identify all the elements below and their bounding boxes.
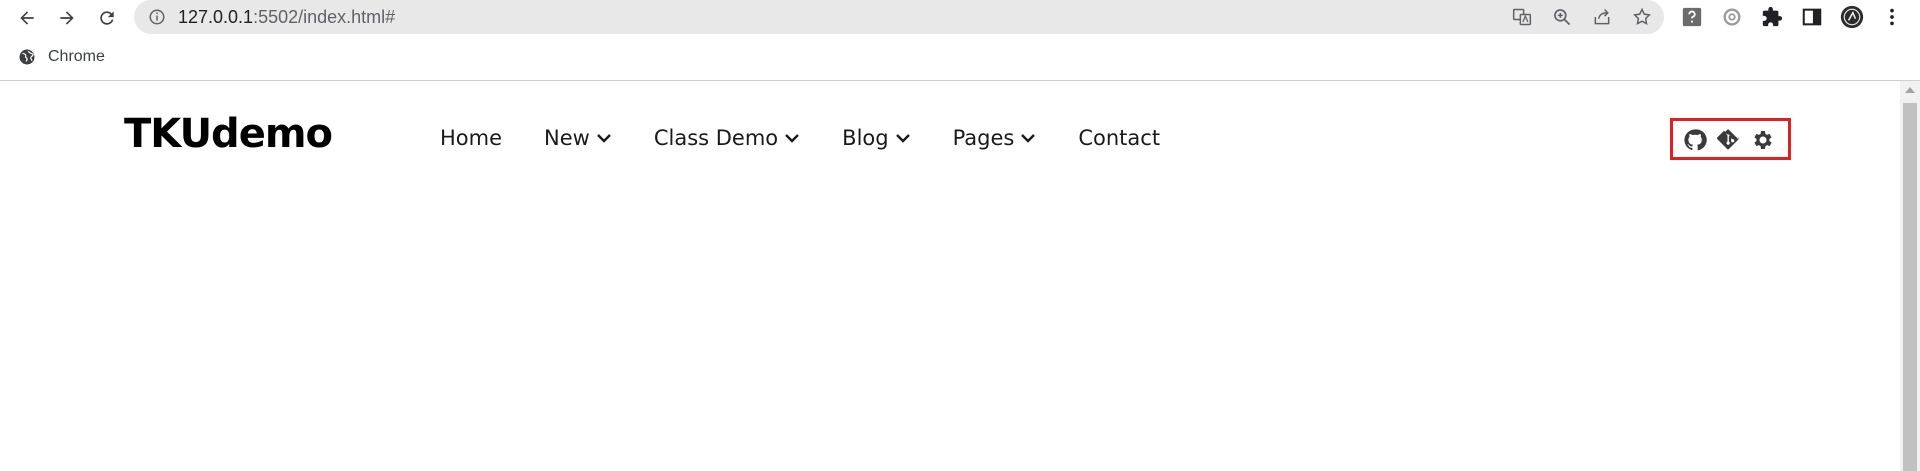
bookmark-chrome[interactable]: Chrome: [18, 48, 105, 66]
bookmarks-bar: Chrome: [0, 42, 1920, 76]
puzzle-icon: [1762, 6, 1783, 27]
scroll-up-arrow-icon[interactable]: [1905, 87, 1915, 93]
scrollbar-thumb[interactable]: [1903, 103, 1917, 471]
star-icon[interactable]: [1632, 7, 1652, 27]
chevron-down-icon: [785, 134, 800, 143]
url-host: 127.0.0.1: [178, 7, 254, 27]
forward-arrow-icon: [60, 11, 74, 25]
side-panel-button[interactable]: [1800, 5, 1824, 29]
nav-label: Pages: [952, 126, 1015, 150]
nav-item-pages[interactable]: Pages: [953, 126, 1037, 150]
circle-extension-icon: [1723, 8, 1741, 26]
git-icon: [1717, 129, 1740, 150]
avatar-icon: [1840, 5, 1864, 29]
header-icons-highlight: [1670, 118, 1791, 160]
nav-item-home[interactable]: Home: [440, 126, 502, 150]
globe-icon: [19, 49, 35, 65]
nav-label: Contact: [1078, 126, 1161, 150]
reload-button[interactable]: [94, 5, 120, 31]
share-icon[interactable]: [1592, 7, 1612, 27]
question-icon: [1682, 7, 1702, 27]
nav-item-contact[interactable]: Contact: [1078, 126, 1160, 150]
git-link[interactable]: [1717, 128, 1741, 152]
back-arrow-icon: [20, 11, 34, 25]
translate-icon[interactable]: [1512, 7, 1532, 27]
nav-item-new[interactable]: New: [544, 126, 612, 150]
nav-item-blog[interactable]: Blog: [842, 126, 910, 150]
address-bar[interactable]: 127.0.0.1:5502/index.html#: [134, 0, 1664, 34]
chevron-down-icon: [895, 134, 910, 143]
extension-help-button[interactable]: [1680, 5, 1704, 29]
nav-label: Class Demo: [653, 126, 779, 150]
chevron-down-icon: [1021, 134, 1036, 143]
kebab-menu-icon: [1890, 8, 1894, 26]
forward-button[interactable]: [54, 5, 80, 31]
nav-label: Blog: [842, 126, 889, 150]
settings-link[interactable]: [1751, 128, 1775, 152]
site-logo[interactable]: TKUdemo: [124, 111, 333, 157]
extension-circle-button[interactable]: [1720, 5, 1744, 29]
github-icon: [1684, 129, 1707, 151]
back-button[interactable]: [14, 5, 40, 31]
nav-label: New: [544, 126, 590, 150]
chrome-menu-button[interactable]: [1880, 5, 1904, 29]
url-path: :5502/index.html#: [253, 7, 396, 27]
nav-label: Home: [440, 126, 503, 150]
web-page: TKUdemo Home New Class Demo Blog Pages C…: [0, 81, 1900, 471]
main-nav: Home New Class Demo Blog Pages Contact: [440, 123, 1202, 153]
info-icon[interactable]: [148, 8, 166, 26]
chevron-down-icon: [596, 134, 611, 143]
github-link[interactable]: [1683, 128, 1707, 152]
reload-icon: [100, 11, 114, 25]
extensions-button[interactable]: [1760, 5, 1784, 29]
zoom-icon[interactable]: [1552, 7, 1572, 27]
page-scrollbar[interactable]: [1900, 81, 1920, 471]
browser-toolbar: 127.0.0.1:5502/index.html#: [0, 0, 1920, 34]
bookmark-label: Chrome: [48, 48, 105, 65]
side-panel-icon: [1802, 8, 1822, 26]
url-text[interactable]: 127.0.0.1:5502/index.html#: [178, 7, 395, 28]
profile-button[interactable]: [1840, 5, 1864, 29]
nav-item-class-demo[interactable]: Class Demo: [654, 126, 800, 150]
gear-icon: [1754, 131, 1772, 149]
